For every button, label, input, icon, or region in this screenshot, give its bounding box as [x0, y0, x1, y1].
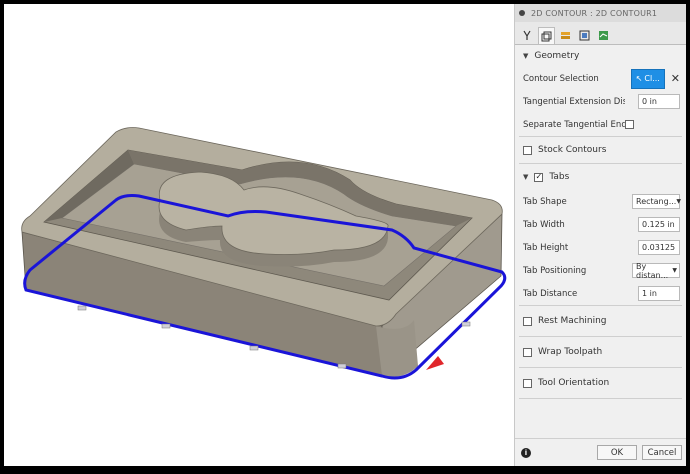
tool-orientation-label: Tool Orientation	[538, 378, 610, 388]
stock-contours-checkbox[interactable]	[523, 145, 532, 155]
divider	[519, 398, 682, 399]
chevron-down-icon: ▼	[672, 267, 677, 274]
tab-shape-label: Tab Shape	[523, 196, 567, 207]
tab-width-input[interactable]: 0.125 in	[638, 217, 680, 232]
tab-distance-input[interactable]: 1 in	[638, 286, 680, 301]
contour-selection-button-label: Cl...	[644, 74, 660, 83]
dialog-footer: i OK Cancel	[515, 438, 686, 466]
tab-shape-value: Rectang...	[636, 197, 677, 206]
cursor-icon: ↖	[635, 74, 643, 83]
tab-width-row: Tab Width 0.125 in	[515, 213, 686, 236]
geometry-tab[interactable]	[538, 27, 555, 44]
tab-width-label: Tab Width	[523, 219, 565, 230]
tab-positioning-label: Tab Positioning	[523, 265, 587, 276]
rest-machining-checkbox[interactable]	[523, 316, 532, 326]
part-model	[21, 127, 507, 380]
wrap-toolpath-label: Wrap Toolpath	[538, 347, 603, 357]
wrap-toolpath-row: Wrap Toolpath	[515, 337, 686, 367]
tab-shape-select[interactable]: Rectang... ▼	[632, 194, 681, 209]
dialog-titlebar[interactable]: 2D CONTOUR : 2D CONTOUR1	[515, 4, 686, 22]
tab-height-input[interactable]: 0.03125	[638, 240, 680, 255]
tool-orientation-row: Tool Orientation	[515, 368, 686, 398]
tangential-extension-input[interactable]: 0 in	[638, 94, 680, 109]
dialog-title: 2D CONTOUR : 2D CONTOUR1	[531, 8, 658, 18]
contour-dialog: 2D CONTOUR : 2D CONTOUR1 ▼ Geometry Cont…	[514, 4, 686, 466]
ok-button[interactable]: OK	[597, 445, 637, 460]
tab-positioning-value: By distan...	[636, 261, 669, 280]
linking-tab[interactable]	[595, 27, 612, 44]
contour-selection-label: Contour Selection	[523, 73, 599, 84]
tab-distance-row: Tab Distance 1 in	[515, 282, 686, 305]
linking-icon	[599, 31, 608, 40]
tab-marker	[337, 363, 347, 369]
tool-tab[interactable]	[519, 27, 536, 44]
tab-height-label: Tab Height	[523, 242, 569, 253]
tangential-extension-row: Tangential Extension Dis... 0 in	[515, 90, 686, 113]
dialog-tabs	[515, 22, 686, 45]
passes-tab[interactable]	[576, 27, 593, 44]
info-icon[interactable]: i	[521, 447, 531, 458]
separate-tangential-checkbox[interactable]	[625, 120, 634, 129]
tab-height-row: Tab Height 0.03125	[515, 236, 686, 259]
geometry-section-label: Geometry	[534, 51, 580, 61]
collapse-triangle-icon: ▼	[523, 52, 529, 60]
contour-selection-row: Contour Selection ↖ Cl... ✕	[515, 67, 686, 90]
geometry-section-header[interactable]: ▼ Geometry	[515, 45, 686, 67]
tab-marker	[461, 321, 471, 327]
model-viewport[interactable]	[4, 4, 514, 466]
tab-positioning-row: Tab Positioning By distan... ▼	[515, 259, 686, 282]
tool-icon	[523, 30, 531, 40]
heights-tab[interactable]	[557, 27, 574, 44]
rest-machining-label: Rest Machining	[538, 316, 607, 326]
separate-tangential-row: Separate Tangential End ...	[515, 113, 686, 136]
tangential-extension-label: Tangential Extension Dis...	[523, 96, 625, 107]
tabs-checkbox[interactable]: ✓	[534, 172, 544, 182]
tab-marker	[77, 305, 87, 311]
tab-shape-row: Tab Shape Rectang... ▼	[515, 190, 686, 213]
tabs-section-header[interactable]: ▼ ✓ Tabs	[515, 164, 686, 190]
tool-orientation-checkbox[interactable]	[523, 378, 532, 388]
tabs-section-label: Tabs	[549, 172, 570, 182]
rest-machining-row: Rest Machining	[515, 306, 686, 336]
collapse-icon[interactable]	[519, 10, 525, 16]
separate-tangential-label: Separate Tangential End ...	[523, 119, 625, 130]
stock-contours-row: Stock Contours	[515, 137, 686, 163]
tab-positioning-select[interactable]: By distan... ▼	[632, 261, 680, 280]
geometry-icon	[541, 31, 552, 41]
collapse-triangle-icon: ▼	[523, 173, 529, 181]
chevron-down-icon: ▼	[676, 198, 681, 205]
stock-contours-label: Stock Contours	[538, 145, 607, 155]
contour-selection-button[interactable]: ↖ Cl...	[630, 68, 665, 89]
clear-selection-icon[interactable]: ✕	[671, 72, 680, 85]
passes-icon	[579, 30, 590, 41]
wrap-toolpath-checkbox[interactable]	[523, 347, 532, 357]
tab-marker	[249, 345, 259, 351]
heights-icon	[561, 32, 570, 39]
tab-distance-label: Tab Distance	[523, 288, 578, 299]
cancel-button[interactable]: Cancel	[642, 445, 682, 460]
tab-marker	[161, 323, 171, 329]
